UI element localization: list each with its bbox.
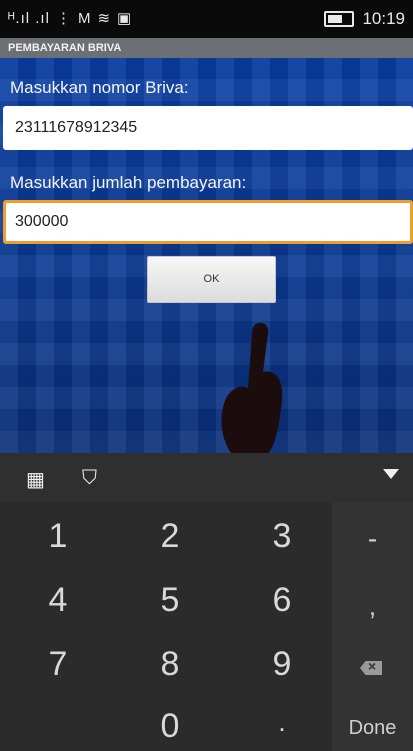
m-icon: M	[77, 9, 92, 27]
key-4[interactable]: 4	[28, 581, 88, 620]
payment-form: Masukkan nomor Briva: 23111678912345 Mas…	[0, 58, 413, 460]
signal-icon: ᴴ.ıl .ıl	[8, 9, 50, 27]
payment-amount-input[interactable]: 300000	[3, 200, 413, 244]
keyboard-toolbar: ▦ ⛉	[0, 453, 413, 503]
done-button[interactable]: Done	[332, 717, 413, 740]
key-7[interactable]: 7	[28, 645, 88, 684]
wifi-icon: ≋	[97, 10, 112, 27]
shirt-icon[interactable]: ⛉	[82, 467, 97, 490]
key-minus[interactable]: -	[332, 523, 413, 555]
key-dot[interactable]: .	[252, 707, 312, 738]
key-comma[interactable]: ,	[332, 591, 413, 622]
status-right: 10:19	[324, 9, 405, 29]
status-left: ᴴ.ıl .ıl ⋮ M ≋ ▣	[8, 9, 133, 28]
hide-keyboard-icon[interactable]	[383, 469, 399, 479]
key-9[interactable]: 9	[252, 645, 312, 684]
ok-button[interactable]: OK	[147, 256, 276, 303]
grid-icon[interactable]: ▦	[26, 467, 45, 492]
key-1[interactable]: 1	[28, 517, 88, 556]
pointing-hand-icon	[221, 322, 283, 460]
app-title-bar: PEMBAYARAN BRIVA	[0, 38, 413, 58]
key-5[interactable]: 5	[140, 581, 200, 620]
image-icon: ▣	[117, 10, 133, 27]
key-6[interactable]: 6	[252, 581, 312, 620]
status-bar: ᴴ.ıl .ıl ⋮ M ≋ ▣ 10:19	[0, 0, 413, 38]
key-3[interactable]: 3	[252, 517, 312, 556]
briva-number-input[interactable]: 23111678912345	[3, 106, 413, 150]
keypad: 1 2 3 4 5 6 7 8 9 0 . - , Done	[0, 503, 413, 751]
payment-amount-label: Masukkan jumlah pembayaran:	[10, 173, 247, 192]
numeric-keyboard: ▦ ⛉ 1 2 3 4 5 6 7 8 9 0 . - , Done	[0, 453, 413, 751]
key-0[interactable]: 0	[140, 707, 200, 746]
briva-number-label: Masukkan nomor Briva:	[10, 78, 189, 97]
app-title: PEMBAYARAN BRIVA	[8, 42, 122, 54]
key-8[interactable]: 8	[140, 645, 200, 684]
menu-dots-icon: ⋮	[55, 10, 72, 27]
key-2[interactable]: 2	[140, 517, 200, 556]
clock: 10:19	[362, 9, 405, 28]
battery-icon	[324, 11, 355, 27]
